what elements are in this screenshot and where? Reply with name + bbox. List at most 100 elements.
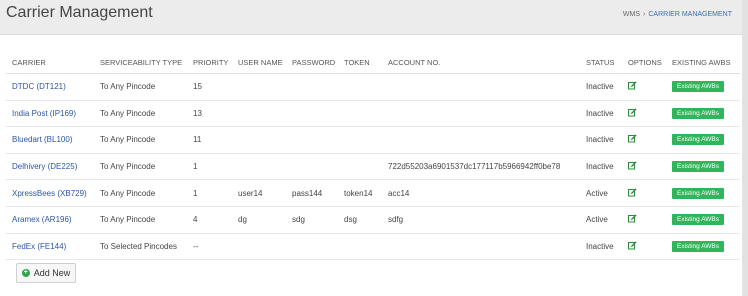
user-name-value: [232, 153, 286, 181]
password-value: [286, 233, 338, 261]
breadcrumb-current: CARRIER MANAGEMENT: [648, 11, 732, 18]
status-value: Active: [580, 206, 622, 234]
edit-icon[interactable]: [628, 108, 637, 117]
breadcrumb: WMS › CARRIER MANAGEMENT: [623, 11, 732, 18]
col-serviceability-type: SERVICEABILITY TYPE: [94, 51, 187, 74]
token-value: dsg: [338, 206, 382, 234]
options-cell: [622, 126, 666, 154]
edit-icon[interactable]: [628, 81, 637, 90]
plus-circle-icon: +: [21, 269, 30, 277]
existing-awbs-cell: Existing AWBs: [666, 100, 740, 128]
edit-icon[interactable]: [628, 214, 637, 223]
password-value: [286, 153, 338, 181]
serviceability-type: To Any Pincode: [94, 126, 187, 154]
existing-awbs-cell: Existing AWBs: [666, 233, 740, 261]
existing-awbs-button[interactable]: Existing AWBs: [672, 107, 725, 119]
account-no-value: acc14: [382, 179, 580, 207]
table-header-row: CARRIER SERVICEABILITY TYPE PRIORITY USE…: [6, 51, 740, 74]
add-new-button[interactable]: + Add New: [16, 263, 76, 283]
edit-icon[interactable]: [628, 134, 637, 143]
options-cell: [622, 100, 666, 128]
table-row: XpressBees (XB729) To Any Pincode 1 user14 p…: [6, 179, 740, 207]
carrier-name[interactable]: FedEx (FE144): [6, 233, 94, 261]
account-no-value: sdfg: [382, 206, 580, 234]
account-no-value: [382, 126, 580, 154]
password-value: sdg: [286, 206, 338, 234]
existing-awbs-button[interactable]: Existing AWBs: [672, 187, 725, 199]
col-user-name: USER NAME: [232, 51, 286, 74]
existing-awbs-cell: Existing AWBs: [666, 206, 740, 234]
col-status: STATUS: [580, 51, 622, 74]
edit-icon[interactable]: [628, 161, 637, 170]
status-value: Inactive: [580, 233, 622, 261]
token-value: token14: [338, 179, 382, 207]
priority-value: 15: [187, 73, 232, 101]
table-row: India Post (IP169) To Any Pincode 13 Inacti…: [6, 100, 740, 128]
edit-icon[interactable]: [628, 241, 637, 250]
user-name-value: user14: [232, 179, 286, 207]
serviceability-type: To Any Pincode: [94, 153, 187, 181]
page-title: Carrier Management: [6, 4, 153, 21]
carrier-table-panel: CARRIER SERVICEABILITY TYPE PRIORITY USE…: [6, 51, 740, 291]
existing-awbs-cell: Existing AWBs: [666, 126, 740, 154]
account-no-value: [382, 73, 580, 101]
col-options: OPTIONS: [622, 51, 666, 74]
table-row: FedEx (FE144) To Selected Pincodes -- Inact…: [6, 233, 740, 261]
priority-value: --: [187, 233, 232, 261]
status-value: Inactive: [580, 153, 622, 181]
col-priority: PRIORITY: [187, 51, 232, 74]
page-header: Carrier Management WMS › CARRIER MANAGEMEN…: [0, 0, 742, 35]
carrier-name[interactable]: DTDC (DT121): [6, 73, 94, 101]
serviceability-type: To Any Pincode: [94, 73, 187, 101]
existing-awbs-button[interactable]: Existing AWBs: [672, 134, 725, 146]
existing-awbs-cell: Existing AWBs: [666, 73, 740, 101]
breadcrumb-separator: ›: [643, 11, 646, 18]
table-row: Aramex (AR196) To Any Pincode 4 dg sdg dsg sdf…: [6, 206, 740, 234]
edit-icon[interactable]: [628, 188, 637, 197]
options-cell: [622, 233, 666, 261]
add-new-label: Add New: [33, 268, 71, 278]
existing-awbs-cell: Existing AWBs: [666, 153, 740, 181]
user-name-value: [232, 233, 286, 261]
token-value: [338, 233, 382, 261]
status-value: Inactive: [580, 73, 622, 101]
account-no-value: 722d55203a6901537dc177117b5966942ff0be78: [382, 153, 580, 181]
token-value: [338, 73, 382, 101]
priority-value: 11: [187, 126, 232, 154]
token-value: [338, 100, 382, 128]
existing-awbs-button[interactable]: Existing AWBs: [672, 81, 725, 93]
table-row: DTDC (DT121) To Any Pincode 15 Inactive Exis…: [6, 73, 740, 101]
user-name-value: [232, 126, 286, 154]
existing-awbs-button[interactable]: Existing AWBs: [672, 240, 725, 252]
carrier-name[interactable]: Bluedart (BL100): [6, 126, 94, 154]
serviceability-type: To Any Pincode: [94, 100, 187, 128]
carrier-name[interactable]: XpressBees (XB729): [6, 179, 94, 207]
priority-value: 1: [187, 179, 232, 207]
col-token: TOKEN: [338, 51, 382, 74]
page-edge: [742, 0, 748, 296]
table-row: Bluedart (BL100) To Any Pincode 11 Inactive…: [6, 126, 740, 154]
status-value: Active: [580, 179, 622, 207]
account-no-value: [382, 100, 580, 128]
options-cell: [622, 73, 666, 101]
priority-value: 1: [187, 153, 232, 181]
col-existing-awbs: EXISTING AWBS: [666, 51, 740, 74]
password-value: pass144: [286, 179, 338, 207]
user-name-value: dg: [232, 206, 286, 234]
user-name-value: [232, 73, 286, 101]
breadcrumb-root[interactable]: WMS: [623, 11, 640, 18]
user-name-value: [232, 100, 286, 128]
col-carrier: CARRIER: [6, 51, 94, 74]
existing-awbs-button[interactable]: Existing AWBs: [672, 161, 725, 173]
account-no-value: [382, 233, 580, 261]
token-value: [338, 153, 382, 181]
carrier-name[interactable]: Delhivery (DE225): [6, 153, 94, 181]
priority-value: 13: [187, 100, 232, 128]
existing-awbs-button[interactable]: Existing AWBs: [672, 214, 725, 226]
carrier-name[interactable]: Aramex (AR196): [6, 206, 94, 234]
existing-awbs-cell: Existing AWBs: [666, 179, 740, 207]
status-value: Inactive: [580, 126, 622, 154]
password-value: [286, 126, 338, 154]
password-value: [286, 100, 338, 128]
carrier-name[interactable]: India Post (IP169): [6, 100, 94, 128]
